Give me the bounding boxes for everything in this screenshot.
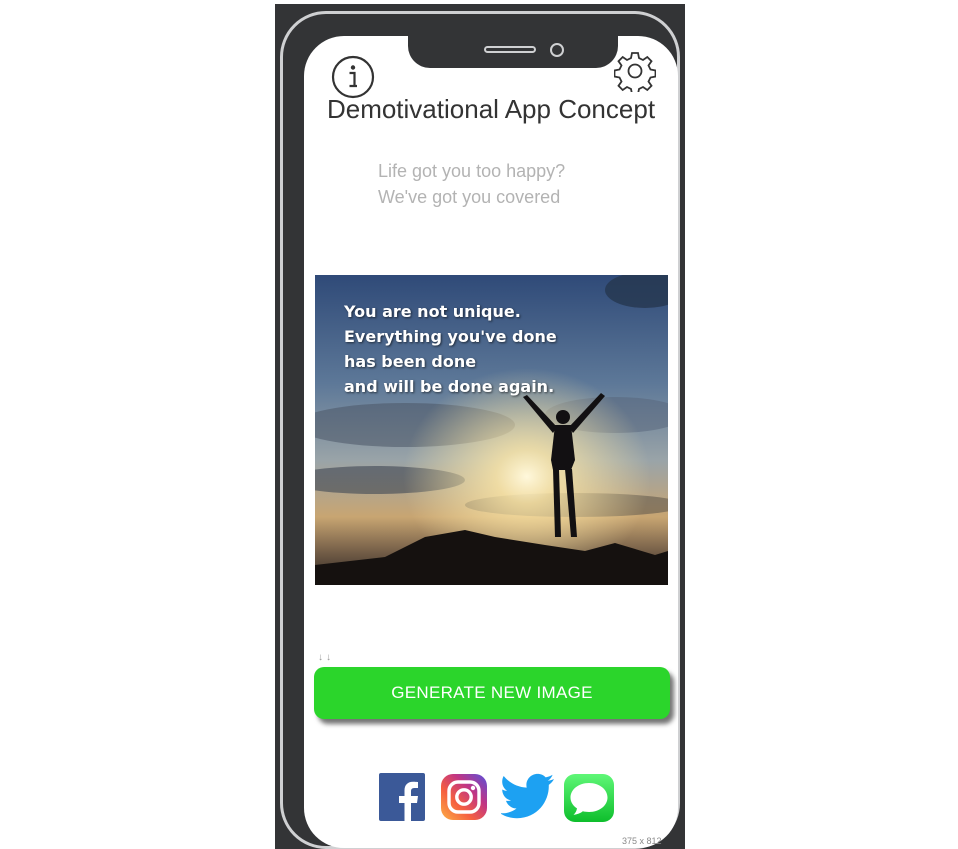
phone-shell: Demotivational App Concept Life got you … bbox=[280, 11, 680, 849]
demotivational-image: You are not unique. Everything you've do… bbox=[315, 275, 668, 585]
device-frame: Demotivational App Concept Life got you … bbox=[275, 4, 685, 849]
quote-line-1: You are not unique. bbox=[344, 302, 521, 321]
twitter-icon[interactable] bbox=[501, 773, 555, 821]
front-camera bbox=[550, 43, 564, 57]
quote-line-4: and will be done again. bbox=[344, 377, 555, 396]
anchor-pins-icon: ↓↓ bbox=[318, 652, 334, 663]
quote-line-3: has been done bbox=[344, 352, 477, 371]
quote-text: You are not unique. Everything you've do… bbox=[344, 299, 664, 399]
phone-notch bbox=[408, 36, 618, 68]
quote-line-2: Everything you've done bbox=[344, 327, 557, 346]
instagram-icon[interactable] bbox=[440, 773, 488, 821]
speaker-grille bbox=[484, 46, 536, 53]
facebook-icon[interactable] bbox=[379, 773, 425, 821]
tagline-line-1: Life got you too happy? bbox=[378, 161, 566, 181]
gear-icon[interactable] bbox=[614, 50, 656, 92]
tagline-line-2: We've got you covered bbox=[378, 187, 561, 207]
canvas-size-label: 375 x 812 bbox=[622, 836, 662, 846]
phone-screen: Demotivational App Concept Life got you … bbox=[304, 36, 678, 848]
page-title: Demotivational App Concept bbox=[326, 94, 656, 124]
messages-icon[interactable] bbox=[563, 773, 615, 823]
generate-new-image-button[interactable]: GENERATE NEW IMAGE bbox=[314, 667, 670, 719]
tagline: Life got you too happy? We've got you co… bbox=[378, 158, 658, 210]
